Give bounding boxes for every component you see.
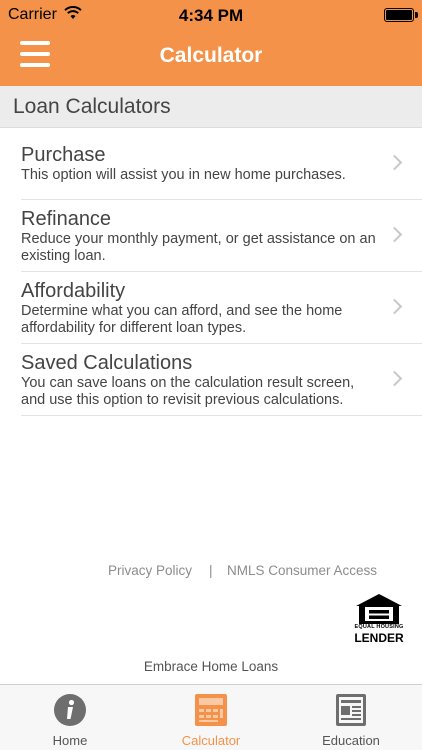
list-item-saved-calculations[interactable]: Saved Calculations You can save loans on… (21, 344, 422, 416)
tab-calculator[interactable]: Calculator (141, 685, 281, 750)
clock: 4:34 PM (178, 6, 244, 25)
battery-nub (415, 12, 418, 18)
tab-bar: Home Calculator Education (0, 684, 422, 750)
calculator-icon (195, 694, 227, 726)
list-item-purchase[interactable]: Purchase This option will assist you in … (21, 128, 422, 200)
tab-label: Education (322, 733, 380, 748)
info-icon (54, 694, 86, 726)
list-item-refinance[interactable]: Refinance Reduce your monthly payment, o… (21, 200, 422, 272)
list-item-affordability[interactable]: Affordability Determine what you can aff… (21, 272, 422, 344)
ehl-small-text: EQUAL HOUSING (354, 624, 404, 630)
section-header: Loan Calculators (0, 86, 422, 128)
tab-label: Home (52, 733, 88, 748)
tab-label: Calculator (181, 733, 241, 748)
status-bar: Carrier 4:34 PM (0, 0, 422, 30)
item-title: Refinance (21, 208, 112, 230)
newspaper-icon (336, 694, 366, 726)
item-description: Reduce your monthly payment, or get assi… (21, 231, 376, 264)
item-title: Saved Calculations (21, 352, 193, 374)
item-title: Purchase (21, 144, 106, 166)
item-description: Determine what you can afford, and see t… (21, 303, 343, 336)
battery-icon (384, 8, 418, 22)
equal-housing-lender-logo: EQUAL HOUSING LENDER (352, 593, 406, 645)
privacy-policy-link[interactable]: Privacy Policy (108, 563, 192, 578)
nmls-consumer-access-link[interactable]: NMLS Consumer Access (227, 563, 377, 578)
item-description: You can save loans on the calculation re… (21, 375, 355, 408)
link-separator: | (209, 563, 213, 578)
item-title: Affordability (21, 280, 126, 302)
section-title: Loan Calculators (13, 95, 171, 118)
tab-education[interactable]: Education (281, 685, 421, 750)
ehl-big-text: LENDER (354, 631, 404, 645)
navigation-bar: Carrier 4:34 PM Calculator (0, 0, 422, 86)
company-name: Embrace Home Loans (143, 659, 279, 674)
page-title: Calculator (159, 44, 263, 67)
tab-home[interactable]: Home (0, 685, 140, 750)
equal-housing-house-icon (356, 594, 402, 624)
item-description: This option will assist you in new home … (21, 167, 346, 183)
calculator-list: Purchase This option will assist you in … (0, 128, 422, 416)
battery-fill (386, 10, 412, 20)
